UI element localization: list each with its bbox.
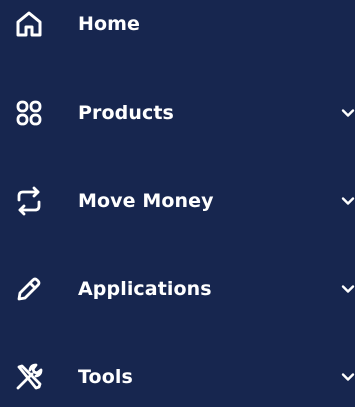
- chevron-down-icon[interactable]: [341, 282, 355, 296]
- nav-label-move-money: Move Money: [78, 190, 214, 212]
- pencil-icon: [14, 274, 44, 304]
- nav-label-tools: Tools: [78, 366, 133, 388]
- nav-item-tools[interactable]: Tools: [0, 347, 355, 407]
- products-grid-icon: [14, 98, 44, 128]
- side-navigation: Home Products Move Money Applications To…: [0, 0, 355, 397]
- nav-item-move-money[interactable]: Move Money: [0, 171, 355, 231]
- nav-item-applications[interactable]: Applications: [0, 259, 355, 319]
- nav-item-home[interactable]: Home: [0, 0, 355, 54]
- tools-icon: [14, 362, 44, 392]
- chevron-down-icon[interactable]: [341, 106, 355, 120]
- nav-label-products: Products: [78, 102, 174, 124]
- nav-label-home: Home: [78, 13, 141, 35]
- nav-item-products[interactable]: Products: [0, 83, 355, 143]
- nav-label-applications: Applications: [78, 278, 212, 300]
- chevron-down-icon[interactable]: [341, 194, 355, 208]
- home-icon: [14, 9, 44, 39]
- transfer-arrows-icon: [14, 186, 44, 216]
- chevron-down-icon[interactable]: [341, 370, 355, 384]
